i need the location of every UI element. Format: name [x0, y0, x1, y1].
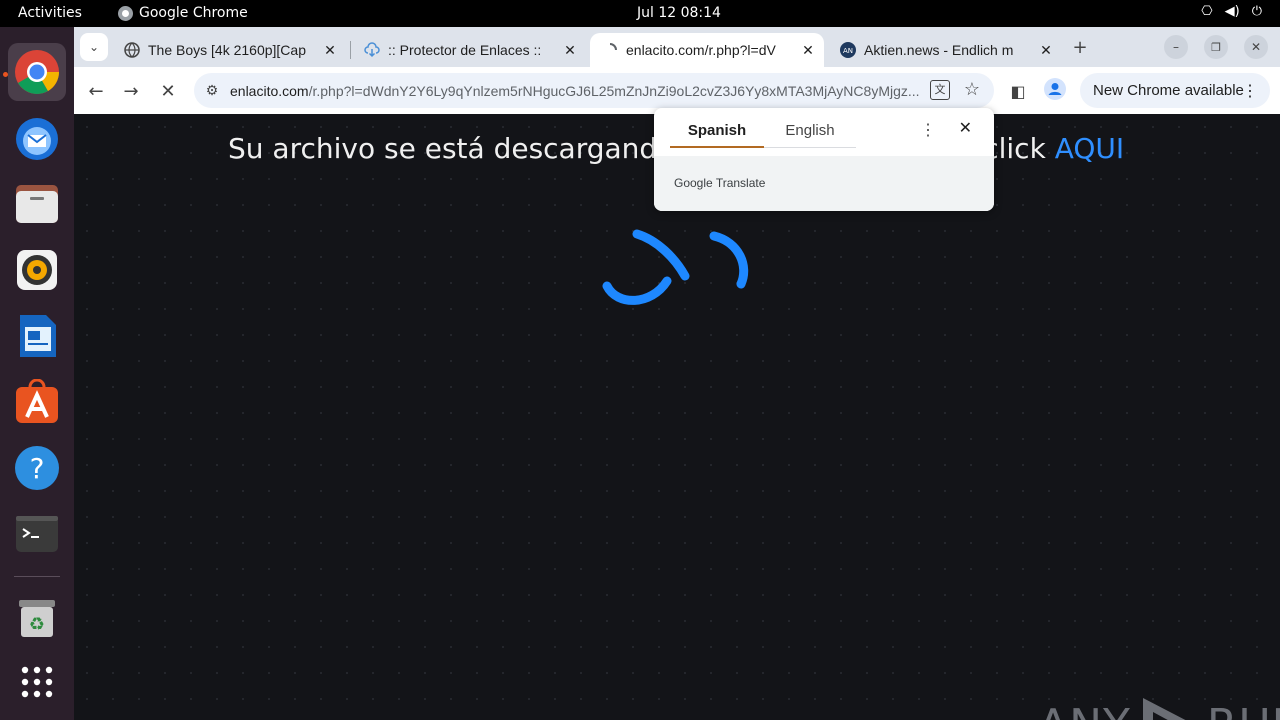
system-top-bar: Activities Google Chrome Jul 12 08:14 ⎔ …: [0, 0, 1280, 27]
more-vert-icon[interactable]: ⋮: [1242, 81, 1258, 101]
translate-footer: Google Translate: [654, 156, 994, 211]
new-tab-button[interactable]: +: [1066, 33, 1094, 61]
restore-icon: ❐: [1211, 40, 1221, 54]
chrome-small-icon: [118, 5, 133, 21]
clock[interactable]: Jul 12 08:14: [637, 5, 721, 21]
close-icon[interactable]: ✕: [959, 118, 972, 138]
tab-title: enlacito.com/r.php?l=dV: [626, 42, 776, 58]
update-chrome-button[interactable]: New Chrome available ⋮: [1080, 73, 1270, 108]
translate-icon[interactable]: 文: [930, 80, 950, 100]
google-translate-label: Google Translate: [674, 176, 766, 190]
watermark-right: RUN: [1207, 700, 1280, 720]
chrome-icon[interactable]: [8, 43, 66, 101]
tab-target-language[interactable]: English: [764, 108, 856, 148]
browser-toolbar: ← → ✕ ⚙ enlacito.com /r.php?l=dWdnY2Y6Ly…: [74, 67, 1280, 114]
svg-text:♻: ♻: [29, 614, 45, 635]
side-panel-button[interactable]: ◧: [1004, 77, 1032, 105]
message-left: Su archivo se está descargando,: [228, 132, 684, 165]
tab-title: The Boys [4k 2160p][Cap: [148, 42, 306, 58]
back-button[interactable]: ←: [82, 77, 110, 105]
app-center-icon[interactable]: [8, 373, 66, 431]
svg-text:AN: AN: [843, 47, 853, 55]
tab-source-language[interactable]: Spanish: [670, 108, 764, 148]
minimize-button[interactable]: –: [1164, 35, 1188, 59]
profile-icon: [1044, 77, 1066, 105]
close-icon[interactable]: ✕: [798, 42, 818, 59]
loading-spinner-icon: [602, 229, 749, 305]
aqui-link[interactable]: AQUI: [1055, 132, 1124, 165]
trash-icon[interactable]: ♻: [8, 589, 66, 647]
stop-loading-button[interactable]: ✕: [154, 77, 182, 105]
system-tray[interactable]: ⎔ ◀) ⏻: [1201, 4, 1262, 19]
update-label: New Chrome available: [1093, 82, 1244, 99]
tab-strip: ⌄ The Boys [4k 2160p][Cap ✕ :: Protector…: [74, 27, 1280, 67]
minimize-icon: –: [1173, 40, 1179, 54]
tab-the-boys[interactable]: The Boys [4k 2160p][Cap ✕: [112, 33, 346, 67]
thunderbird-icon[interactable]: [8, 109, 66, 167]
forward-button[interactable]: →: [117, 77, 145, 105]
dock-separator: [14, 576, 60, 577]
url-path: /r.php?l=dWdnY2Y6Ly9qYnlzem5rNHgucGJ6L25…: [308, 82, 919, 99]
terminal-icon[interactable]: [8, 505, 66, 563]
arrow-right-icon: →: [123, 80, 139, 102]
maximize-button[interactable]: ❐: [1204, 35, 1228, 59]
tab-enlacito-active[interactable]: enlacito.com/r.php?l=dV ✕: [590, 33, 824, 67]
watermark-left: ANY: [1038, 700, 1131, 720]
aktien-icon: AN: [840, 42, 856, 58]
profile-button[interactable]: [1041, 77, 1069, 105]
more-vert-icon[interactable]: ⋮: [920, 120, 936, 140]
close-window-button[interactable]: ✕: [1244, 35, 1268, 59]
activities-button[interactable]: Activities: [18, 5, 82, 21]
anyrun-watermark: ANY RUN: [1038, 694, 1280, 720]
app-menu[interactable]: Google Chrome: [118, 5, 248, 21]
loading-icon: [602, 42, 618, 58]
volume-icon[interactable]: ◀): [1225, 4, 1240, 19]
close-icon[interactable]: ✕: [560, 42, 580, 59]
url-domain: enlacito.com: [230, 82, 309, 99]
site-settings-icon[interactable]: ⚙: [194, 82, 230, 99]
arrow-left-icon: ←: [88, 80, 104, 102]
help-icon[interactable]: ?: [8, 439, 66, 497]
dock: ? ♻: [0, 27, 74, 720]
rhythmbox-icon[interactable]: [8, 241, 66, 299]
close-icon: ✕: [1250, 40, 1262, 54]
network-icon[interactable]: ⎔: [1201, 4, 1212, 19]
power-icon[interactable]: ⏻: [1252, 4, 1262, 19]
tab-protector-enlaces[interactable]: :: Protector de Enlaces :: ✕: [352, 33, 586, 67]
close-icon[interactable]: ✕: [1036, 42, 1056, 59]
tab-title: :: Protector de Enlaces ::: [388, 42, 542, 58]
side-panel-icon: ◧: [1010, 81, 1026, 101]
files-icon[interactable]: [8, 175, 66, 233]
translate-popup: Spanish English ⋮ ✕ Google Translate: [654, 108, 994, 211]
chrome-window: ⌄ The Boys [4k 2160p][Cap ✕ :: Protector…: [74, 27, 1280, 720]
language-tabs: Spanish English: [670, 108, 856, 148]
app-name-label: Google Chrome: [139, 5, 248, 21]
address-bar[interactable]: ⚙ enlacito.com /r.php?l=dWdnY2Y6Ly9qYnlz…: [194, 73, 994, 108]
app-grid-icon[interactable]: [8, 653, 66, 711]
play-logo-icon: [1142, 698, 1186, 720]
svg-text:?: ?: [30, 452, 45, 485]
stop-icon: ✕: [160, 80, 176, 102]
close-icon[interactable]: ✕: [320, 42, 340, 59]
tab-title: Aktien.news - Endlich m: [864, 42, 1014, 58]
cloud-download-icon: [364, 42, 380, 58]
tab-separator: [350, 41, 351, 59]
bookmark-star-icon[interactable]: ☆: [964, 79, 980, 100]
chevron-down-icon: ⌄: [88, 40, 100, 54]
tab-search-button[interactable]: ⌄: [80, 33, 108, 61]
tab-aktien-news[interactable]: AN Aktien.news - Endlich m ✕: [828, 33, 1062, 67]
writer-icon[interactable]: [8, 307, 66, 365]
globe-icon: [124, 42, 140, 58]
plus-icon: +: [1072, 36, 1088, 58]
